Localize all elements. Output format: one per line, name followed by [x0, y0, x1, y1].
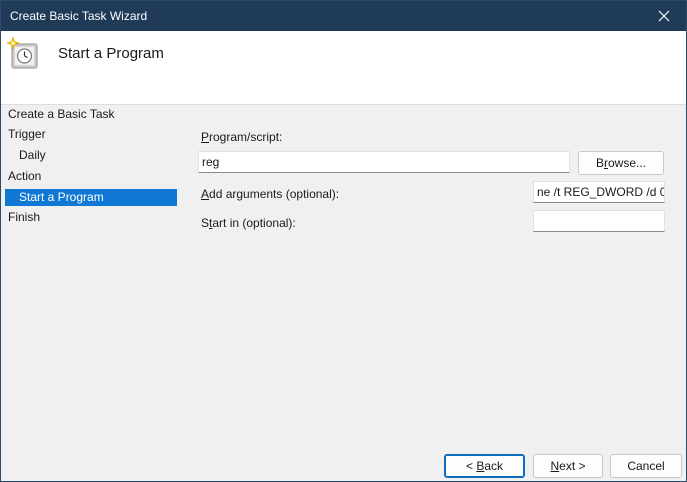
close-button[interactable] [642, 1, 686, 31]
wizard-header: Start a Program [1, 31, 686, 105]
add-arguments-label: Add arguments (optional): [201, 187, 340, 201]
program-script-input[interactable]: reg [198, 151, 570, 173]
browse-button[interactable]: Br owse... [578, 151, 664, 175]
window-title: Create Basic Task Wizard [10, 9, 148, 23]
step-finish: Finish [8, 210, 41, 224]
back-button[interactable]: < Back [444, 454, 525, 478]
step-daily: Daily [19, 148, 46, 162]
start-in-input[interactable] [533, 210, 665, 232]
add-arguments-input[interactable]: ne /t REG_DWORD /d 0 /f [533, 181, 665, 203]
step-start-a-program: Start a Program [5, 189, 177, 206]
next-button[interactable]: Next > [533, 454, 603, 478]
step-create-basic-task: Create a Basic Task [8, 107, 115, 121]
step-action: Action [8, 169, 42, 183]
wizard-content: Program/script: reg Br owse... Add argume… [185, 105, 686, 481]
close-icon [658, 10, 670, 22]
start-in-label: Start in (optional): [201, 216, 296, 230]
step-trigger: Trigger [8, 127, 46, 141]
program-script-label: Program/script: [201, 130, 283, 144]
title-bar[interactable]: Create Basic Task Wizard [1, 1, 686, 31]
page-title: Start a Program [58, 45, 164, 62]
wizard-window: Create Basic Task Wizard Start a Program… [0, 0, 687, 482]
task-scheduler-clock-icon [6, 36, 38, 69]
cancel-button[interactable]: Cancel [610, 454, 682, 478]
wizard-steps-sidebar: Create a Basic Task Trigger Daily Action… [1, 105, 181, 481]
